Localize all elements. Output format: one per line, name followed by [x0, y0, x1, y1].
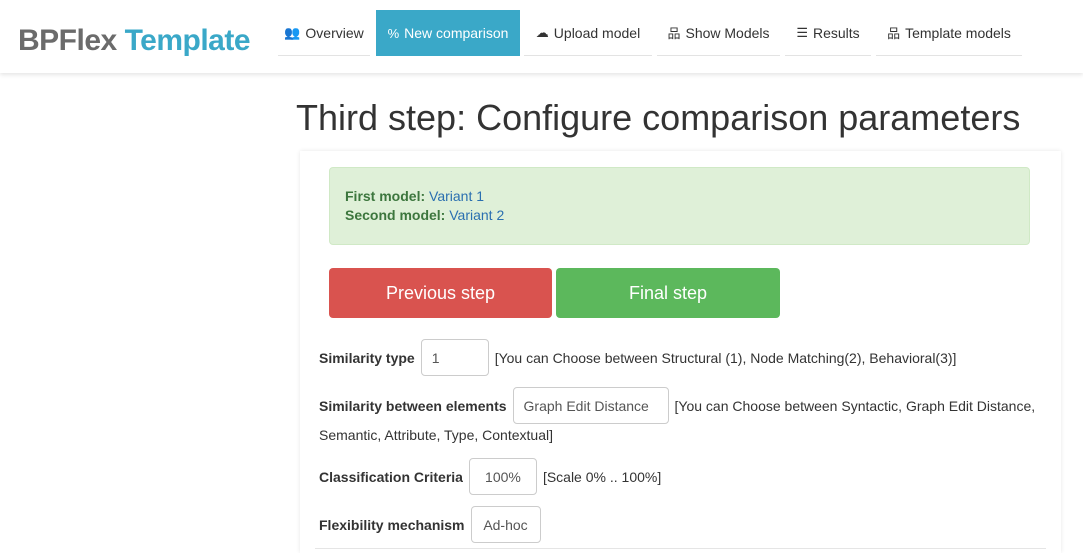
- list-icon: ☰: [796, 24, 808, 40]
- nav-tab-show-models[interactable]: 品 Show Models: [657, 10, 780, 56]
- first-model-value[interactable]: Variant 1: [429, 188, 484, 204]
- flexibility-label: Flexibility mechanism: [319, 516, 465, 533]
- classification-row: Classification Criteria [Scale 0% .. 100…: [319, 458, 661, 495]
- classification-label: Classification Criteria: [319, 468, 463, 485]
- second-model-value[interactable]: Variant 2: [449, 207, 504, 223]
- brand-logo[interactable]: BPFlex Template: [18, 24, 251, 58]
- similarity-type-row: Similarity type [You can Choose between …: [319, 339, 956, 376]
- nav-tab-template-models[interactable]: 品 Template models: [876, 10, 1022, 56]
- percent-icon: %: [387, 25, 400, 41]
- nav-tab-overview[interactable]: 👥 Overview: [278, 10, 370, 56]
- similarity-type-hint: [You can Choose between Structural (1), …: [494, 349, 957, 366]
- nav-tab-new-comparison[interactable]: % New comparison: [376, 10, 520, 56]
- first-model-label: First model:: [345, 188, 426, 204]
- classification-hint: [Scale 0% .. 100%]: [542, 468, 662, 485]
- nav-tab-label: New comparison: [404, 25, 509, 41]
- similarity-elements-hint: [You can Choose between Syntactic, Graph…: [674, 397, 1036, 414]
- nav-tab-label: Show Models: [685, 24, 770, 41]
- second-model-label: Second model:: [345, 207, 446, 223]
- comparison-panel: First model: Variant 1 Second model: Var…: [300, 151, 1061, 553]
- similarity-elements-input[interactable]: [512, 387, 669, 424]
- similarity-type-label: Similarity type: [319, 349, 415, 366]
- nav-tab-upload-model[interactable]: ☁ Upload model: [524, 10, 652, 56]
- flexibility-row: Flexibility mechanism: [319, 506, 541, 543]
- nav-tab-label: Results: [812, 24, 860, 41]
- similarity-elements-row: Similarity between elements [You can Cho…: [319, 387, 1035, 424]
- previous-step-button[interactable]: Previous step: [329, 268, 552, 318]
- users-icon: 👥: [284, 24, 301, 40]
- selected-models-alert: First model: Variant 1 Second model: Var…: [329, 167, 1030, 245]
- classification-input[interactable]: [468, 458, 537, 495]
- flexibility-input[interactable]: [470, 506, 541, 543]
- similarity-type-input[interactable]: [420, 339, 489, 376]
- final-step-button[interactable]: Final step: [556, 268, 780, 318]
- brand-name-part1: BPFlex: [18, 24, 117, 57]
- nav-tab-label: Overview: [305, 24, 364, 41]
- top-navbar: BPFlex Template 👥 Overview % New compari…: [0, 0, 1083, 73]
- sitemap-icon: 品: [887, 26, 901, 41]
- sitemap-icon: 品: [667, 26, 681, 41]
- nav-tab-results[interactable]: ☰ Results: [785, 10, 871, 56]
- second-model-line: Second model: Variant 2: [345, 206, 1014, 225]
- first-model-line: First model: Variant 1: [345, 187, 1014, 206]
- brand-name-part2: Template: [124, 24, 251, 57]
- nav-tab-label: Upload model: [553, 24, 641, 41]
- divider: [315, 548, 1046, 549]
- similarity-elements-hint-cont: Semantic, Attribute, Type, Contextual]: [319, 427, 553, 443]
- cloud-upload-icon: ☁: [535, 24, 549, 40]
- nav-tab-label: Template models: [905, 24, 1011, 41]
- page-title: Third step: Configure comparison paramet…: [296, 97, 1021, 138]
- similarity-elements-label: Similarity between elements: [319, 397, 507, 414]
